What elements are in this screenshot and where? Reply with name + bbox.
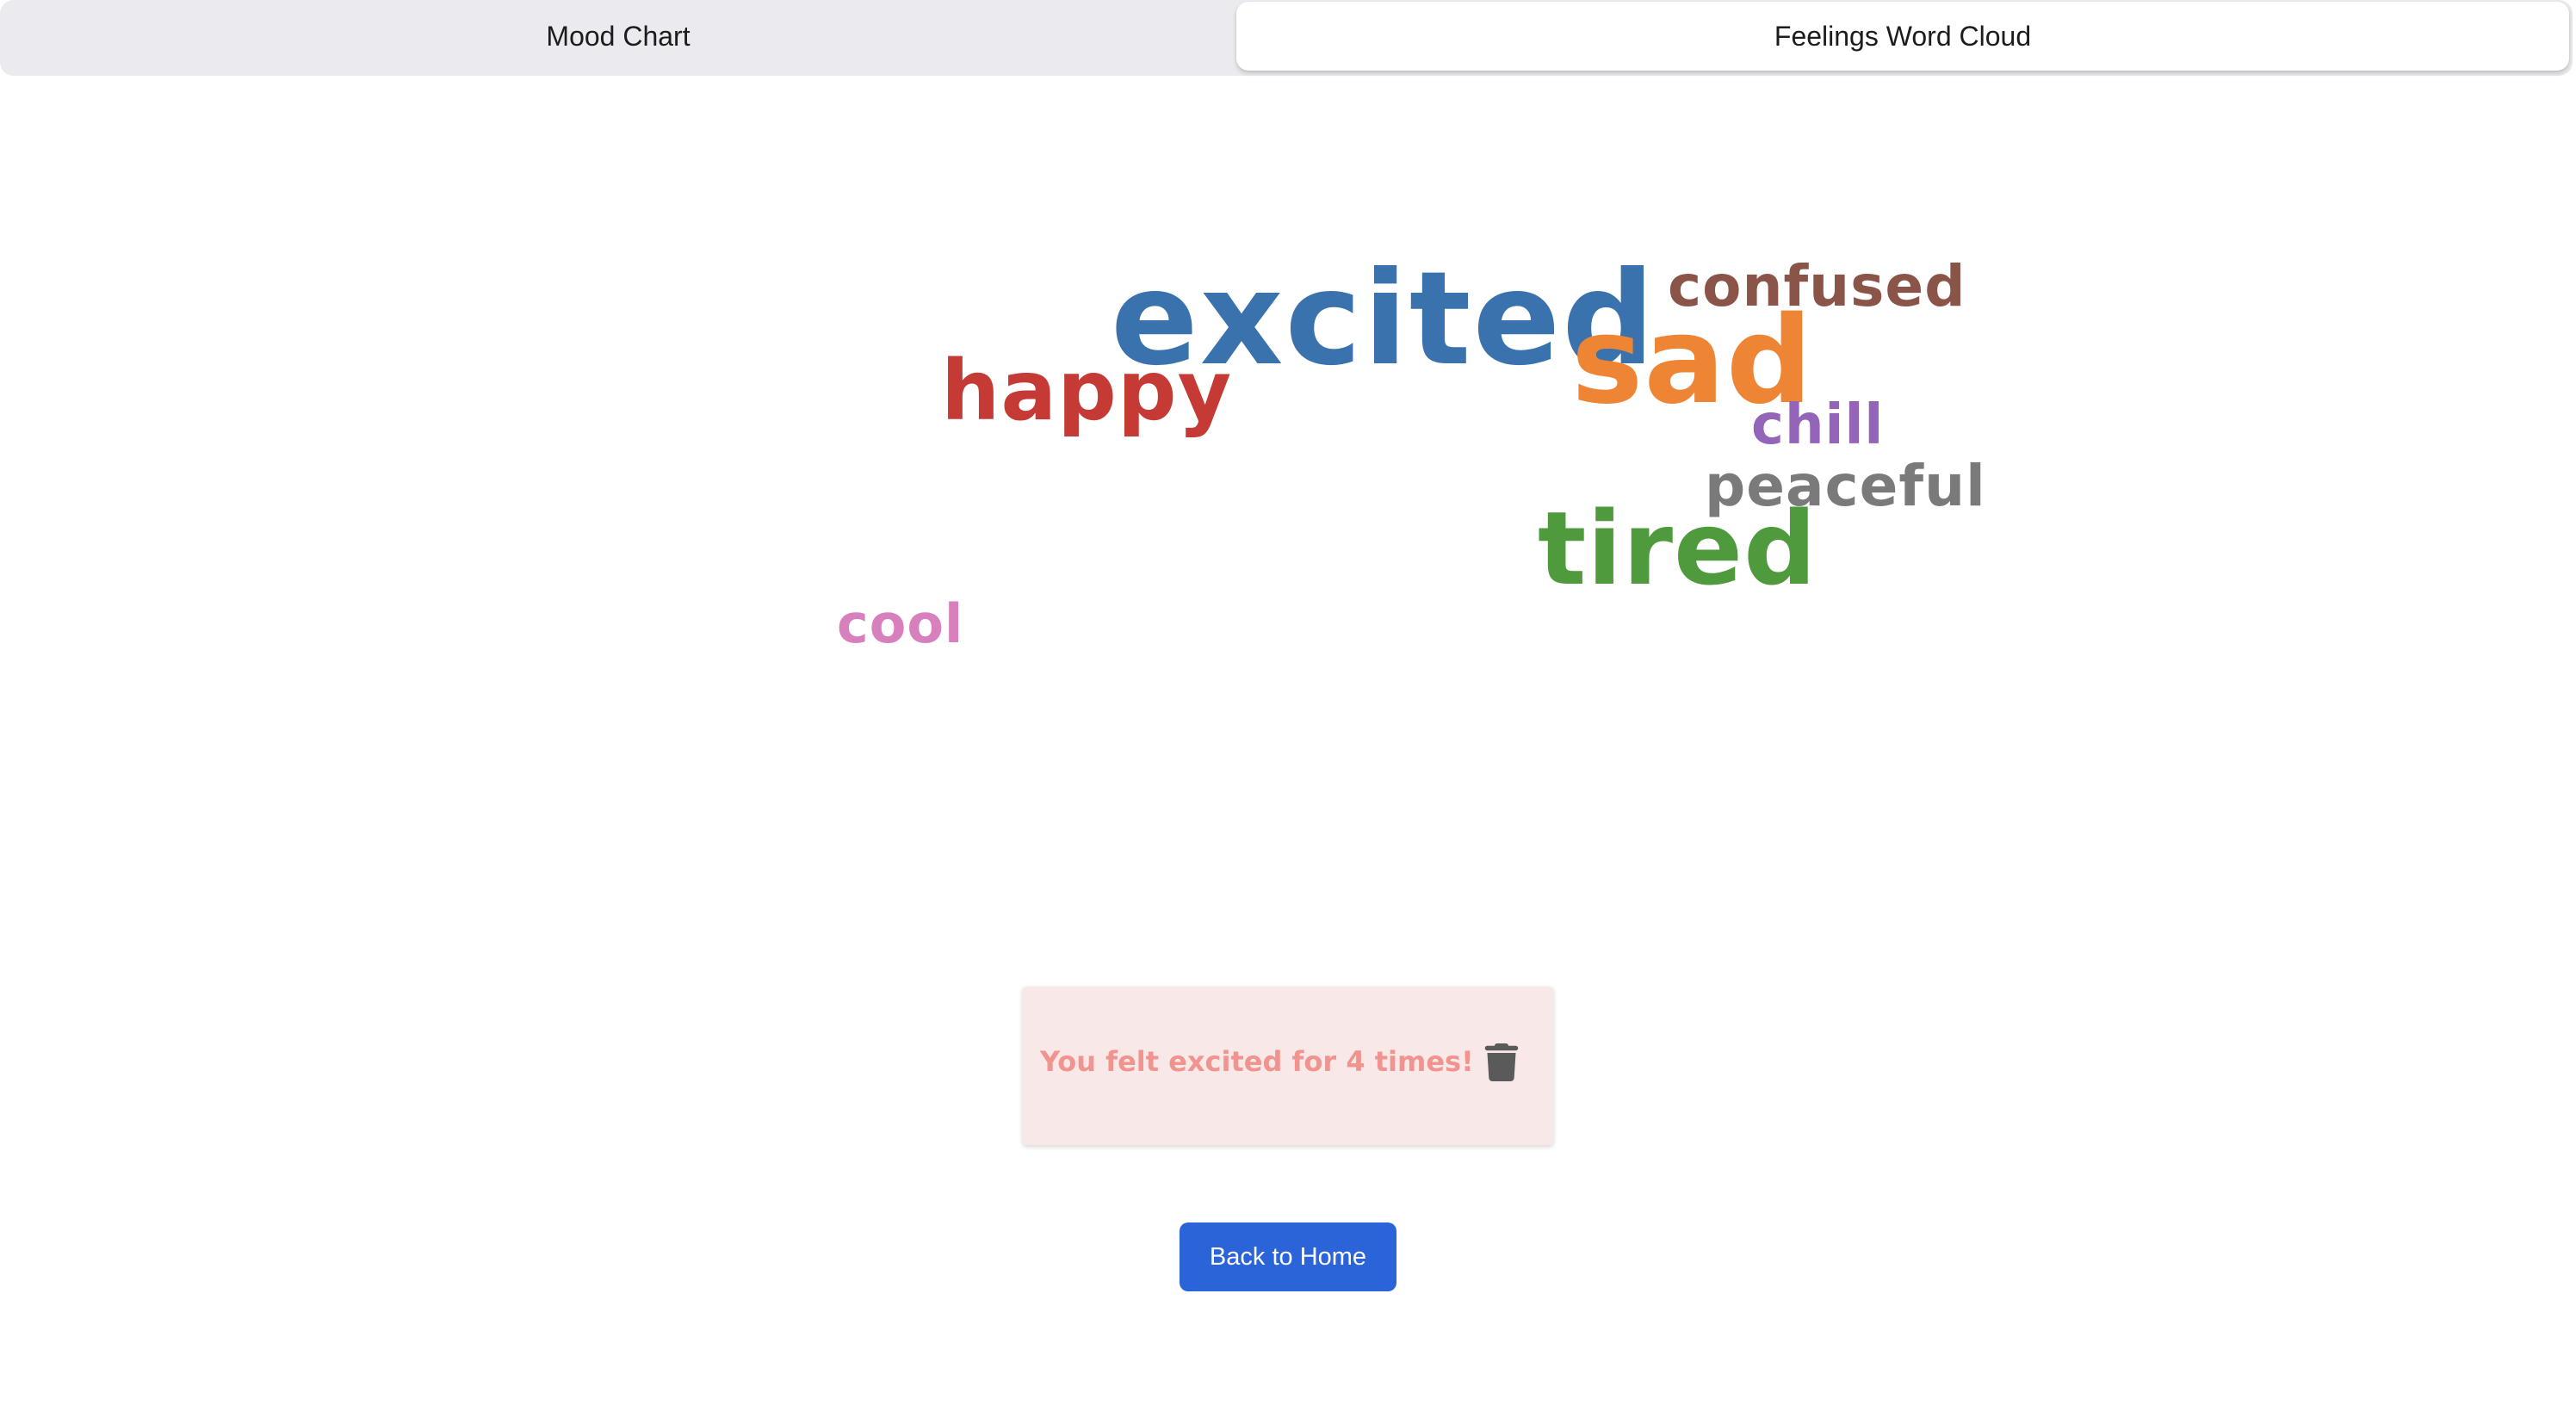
word-cloud-word-sad: sad xyxy=(1571,291,1814,431)
word-cloud-word-tired: tired xyxy=(1538,489,1817,608)
word-cloud-word-peaceful: peaceful xyxy=(1705,453,1986,519)
word-cloud-word-confused: confused xyxy=(1668,253,1966,319)
word-cloud-word-excited: excited xyxy=(1111,244,1656,394)
mood-count-message: You felt excited for 4 times! xyxy=(1040,1045,1474,1078)
tab-bar: Mood Chart Feelings Word Cloud xyxy=(0,0,2573,76)
back-to-home-button[interactable]: Back to Home xyxy=(1180,1222,1396,1291)
word-cloud-word-chill: chill xyxy=(1751,393,1885,457)
tab-mood-chart[interactable]: Mood Chart xyxy=(3,2,1233,71)
trash-icon[interactable] xyxy=(1484,1043,1519,1081)
word-cloud-word-happy: happy xyxy=(941,343,1233,439)
mood-info-card: You felt excited for 4 times! xyxy=(1023,987,1553,1145)
word-cloud-word-cool: cool xyxy=(837,592,964,655)
word-cloud: excited sad happy confused chill peacefu… xyxy=(0,0,2576,1405)
tab-feelings-word-cloud[interactable]: Feelings Word Cloud xyxy=(1236,2,2569,71)
